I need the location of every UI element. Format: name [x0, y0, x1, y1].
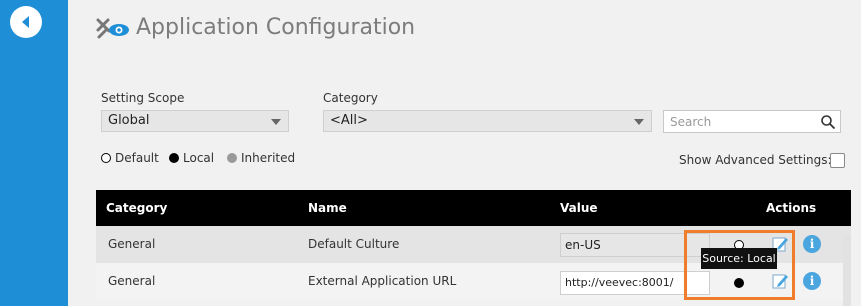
table-scrollbar[interactable]	[843, 235, 851, 306]
legend-local[interactable]: Local	[169, 151, 214, 165]
legend-default-label: Default	[115, 151, 159, 165]
header-value[interactable]: Value	[560, 201, 598, 215]
category-select[interactable]: <All>	[323, 110, 652, 132]
header-category[interactable]: Category	[106, 201, 167, 215]
row-name: External Application URL	[308, 274, 457, 288]
legend-local-label: Local	[183, 151, 215, 165]
tools-eye-icon	[96, 18, 129, 39]
table-header: Category Name Value Actions	[96, 190, 851, 226]
show-advanced-label: Show Advanced Settings:	[679, 153, 832, 167]
search-icon[interactable]	[820, 114, 836, 130]
show-advanced-checkbox[interactable]	[830, 153, 845, 168]
chevron-down-icon	[271, 119, 281, 125]
back-button[interactable]	[10, 6, 42, 38]
inherited-radio-icon	[227, 153, 237, 163]
row-category: General	[108, 274, 156, 288]
info-icon[interactable]: i	[803, 235, 821, 253]
setting-scope-select[interactable]: Global	[101, 110, 289, 132]
default-radio-icon	[101, 153, 111, 163]
page-title: Application Configuration	[136, 15, 416, 40]
local-radio-icon	[169, 153, 179, 163]
setting-scope-label: Setting Scope	[101, 91, 185, 105]
category-label: Category	[323, 91, 378, 105]
header-name[interactable]: Name	[308, 201, 347, 215]
category-value: <All>	[330, 113, 368, 128]
back-arrow-icon	[22, 16, 29, 28]
source-tooltip: Source: Local	[701, 248, 777, 269]
legend-inherited-label: Inherited	[241, 151, 296, 165]
row-name: Default Culture	[308, 237, 400, 251]
search-input[interactable]: Search	[663, 110, 841, 133]
row-category: General	[108, 237, 156, 251]
header-actions: Actions	[766, 201, 817, 215]
chevron-down-icon	[634, 119, 644, 125]
legend-default[interactable]: Default	[101, 151, 159, 165]
setting-scope-value: Global	[108, 113, 150, 128]
main-panel: Application Configuration Setting Scope …	[68, 0, 861, 306]
left-sidebar	[0, 0, 68, 306]
legend-inherited[interactable]: Inherited	[227, 151, 295, 165]
info-icon[interactable]: i	[803, 272, 821, 290]
search-placeholder: Search	[670, 115, 712, 129]
